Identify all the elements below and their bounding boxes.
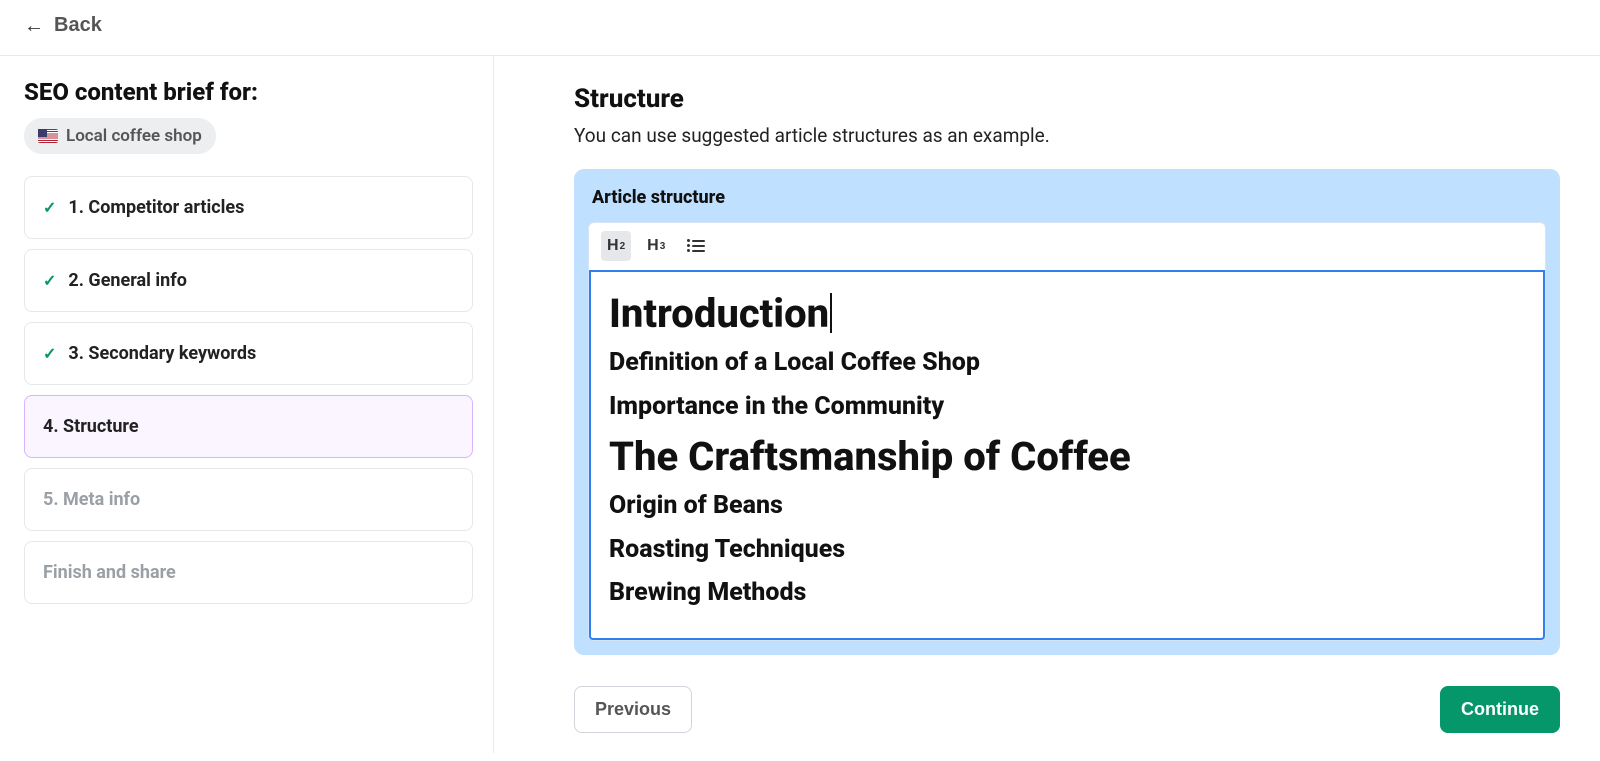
step-label: 5. Meta info (43, 489, 140, 510)
check-icon: ✓ (43, 271, 56, 290)
step-label: 2. General info (68, 270, 186, 291)
heading-h3[interactable]: Definition of a Local Coffee Shop (609, 344, 1525, 382)
sidebar-title: SEO content brief for: (24, 78, 473, 106)
step-label: 1. Competitor articles (68, 197, 244, 218)
card-title: Article structure (588, 169, 1546, 222)
continue-button[interactable]: Continue (1440, 686, 1560, 733)
main: Structure You can use suggested article … (494, 56, 1600, 753)
topbar: ← Back (0, 0, 1600, 56)
layout: SEO content brief for: Local coffee shop… (0, 56, 1600, 753)
step-competitor-articles[interactable]: ✓ 1. Competitor articles (24, 176, 473, 239)
page-title: Structure (574, 84, 1560, 114)
heading-h3[interactable]: Roasting Techniques (609, 531, 1525, 569)
heading-h2[interactable]: The Craftsmanship of Coffee (609, 433, 1525, 481)
heading-h3[interactable]: Origin of Beans (609, 487, 1525, 525)
keyword-chip[interactable]: Local coffee shop (24, 118, 216, 154)
editor-panel: H2 H3 Introduction Definitio (588, 222, 1546, 641)
step-label: 4. Structure (43, 416, 139, 437)
step-meta-info[interactable]: 5. Meta info (24, 468, 473, 531)
step-label: 3. Secondary keywords (68, 343, 256, 364)
sidebar: SEO content brief for: Local coffee shop… (0, 56, 494, 753)
bullet-list-button[interactable] (681, 231, 711, 261)
step-secondary-keywords[interactable]: ✓ 3. Secondary keywords (24, 322, 473, 385)
editor-toolbar: H2 H3 (589, 223, 1545, 270)
main-content: Structure You can use suggested article … (494, 56, 1600, 672)
check-icon: ✓ (43, 344, 56, 363)
heading-h3[interactable]: Brewing Methods (609, 574, 1525, 612)
step-general-info[interactable]: ✓ 2. General info (24, 249, 473, 312)
back-button[interactable]: ← Back (24, 14, 102, 37)
step-label: Finish and share (43, 562, 176, 583)
text-caret (830, 293, 832, 333)
check-icon: ✓ (43, 198, 56, 217)
page-subtitle: You can use suggested article structures… (574, 124, 1560, 147)
h2-button[interactable]: H2 (601, 231, 631, 261)
editor-body[interactable]: Introduction Definition of a Local Coffe… (589, 270, 1545, 640)
back-label: Back (54, 14, 102, 37)
us-flag-icon (38, 129, 58, 143)
heading-h2[interactable]: Introduction (609, 290, 1525, 338)
footer-actions: Previous Continue (494, 672, 1600, 753)
step-finish-share[interactable]: Finish and share (24, 541, 473, 604)
list-icon (687, 239, 705, 253)
previous-button[interactable]: Previous (574, 686, 692, 733)
heading-h3[interactable]: Importance in the Community (609, 388, 1525, 426)
h3-button[interactable]: H3 (641, 231, 671, 261)
arrow-left-icon: ← (24, 16, 44, 36)
keyword-label: Local coffee shop (66, 126, 202, 146)
steps-list: ✓ 1. Competitor articles ✓ 2. General in… (24, 176, 473, 604)
step-structure[interactable]: 4. Structure (24, 395, 473, 458)
article-structure-card: Article structure H2 H3 (574, 169, 1560, 655)
